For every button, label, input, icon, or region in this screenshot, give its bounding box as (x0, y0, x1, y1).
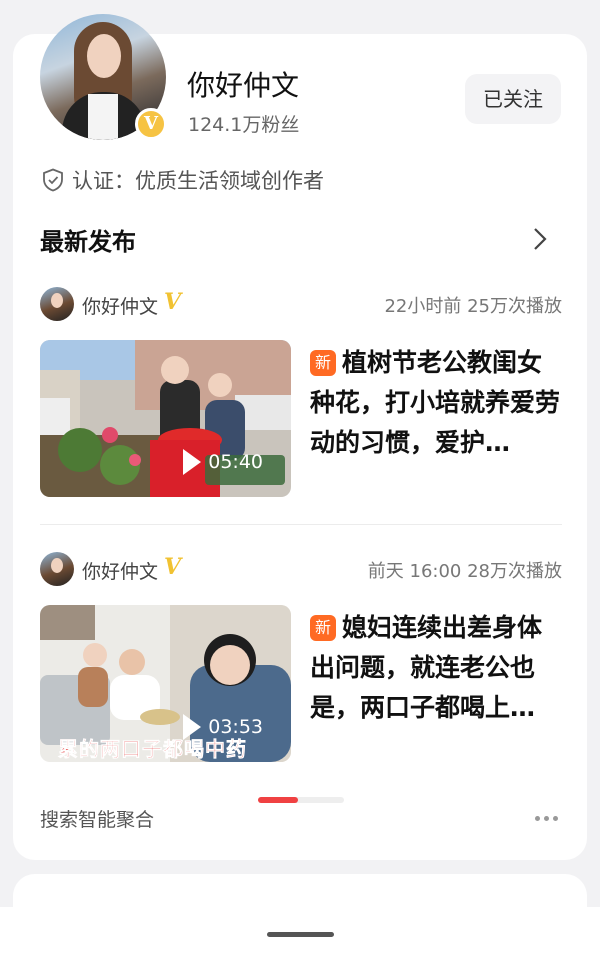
verified-badge-icon: V (135, 108, 167, 140)
post-title[interactable]: 新媳妇连续出差身体出问题，就连老公也是，两口子都喝上… (310, 608, 562, 728)
divider (40, 524, 562, 525)
post-meta: 你好仲文 V 前天 16:00 28万次播放 (40, 552, 562, 586)
post-author: 你好仲文 (82, 561, 159, 583)
post-title-text: 植树节老公教闺女种花，打小培就养爱劳动的习惯，爱护… (310, 348, 561, 457)
video-duration: 03:53 (180, 710, 263, 744)
verified-v-icon: V (164, 554, 182, 580)
verification-row: 认证：优质生活领域创作者 (42, 165, 324, 195)
post-time-views: 22小时前 25万次播放 (384, 296, 562, 317)
new-tag: 新 (310, 615, 336, 641)
video-duration: 05:40 (180, 445, 263, 479)
author-mini-avatar (40, 287, 74, 321)
more-options-icon[interactable] (535, 816, 558, 821)
chevron-right-icon[interactable] (533, 227, 547, 251)
pager-active (258, 797, 298, 803)
post-time-views: 前天 16:00 28万次播放 (367, 561, 562, 582)
post-title[interactable]: 新植树节老公教闺女种花，打小培就养爱劳动的习惯，爱护… (310, 343, 562, 463)
new-tag: 新 (310, 350, 336, 376)
post-title-text: 媳妇连续出差身体出问题，就连老公也是，两口子都喝上… (310, 613, 543, 722)
author-name[interactable]: 你好仲文 (187, 64, 299, 104)
verification-text: 认证：优质生活领域创作者 (72, 169, 324, 193)
video-thumbnail[interactable]: 05:40 (40, 340, 291, 497)
post-item-2[interactable]: 你好仲文 V 前天 16:00 28万次播放 累的两口子都喝中药 03:53 新… (40, 552, 562, 762)
home-indicator[interactable] (267, 932, 334, 937)
play-icon (183, 449, 202, 475)
author-mini-avatar (40, 552, 74, 586)
follow-button[interactable]: 已关注 (465, 74, 561, 124)
shield-check-icon (43, 168, 63, 192)
latest-posts-title: 最新发布 (40, 228, 136, 256)
video-thumbnail[interactable]: 累的两口子都喝中药 03:53 (40, 605, 291, 762)
duration-text: 03:53 (208, 716, 263, 738)
duration-text: 05:40 (208, 451, 263, 473)
author-card: V 你好仲文 124.1万粉丝 已关注 认证：优质生活领域创作者 最新发布 你好… (13, 14, 587, 860)
fans-count: 124.1万粉丝 (188, 114, 300, 136)
verified-v-icon: V (164, 289, 182, 315)
aggregate-label: 搜索智能聚合 (40, 809, 155, 831)
post-item-1[interactable]: 你好仲文 V 22小时前 25万次播放 05:40 新 植树节老公教闺女种花，打… (40, 287, 562, 497)
play-icon (183, 714, 202, 740)
carousel-pager (258, 797, 344, 803)
post-meta: 你好仲文 V 22小时前 25万次播放 (40, 287, 562, 321)
post-author: 你好仲文 (82, 296, 159, 318)
